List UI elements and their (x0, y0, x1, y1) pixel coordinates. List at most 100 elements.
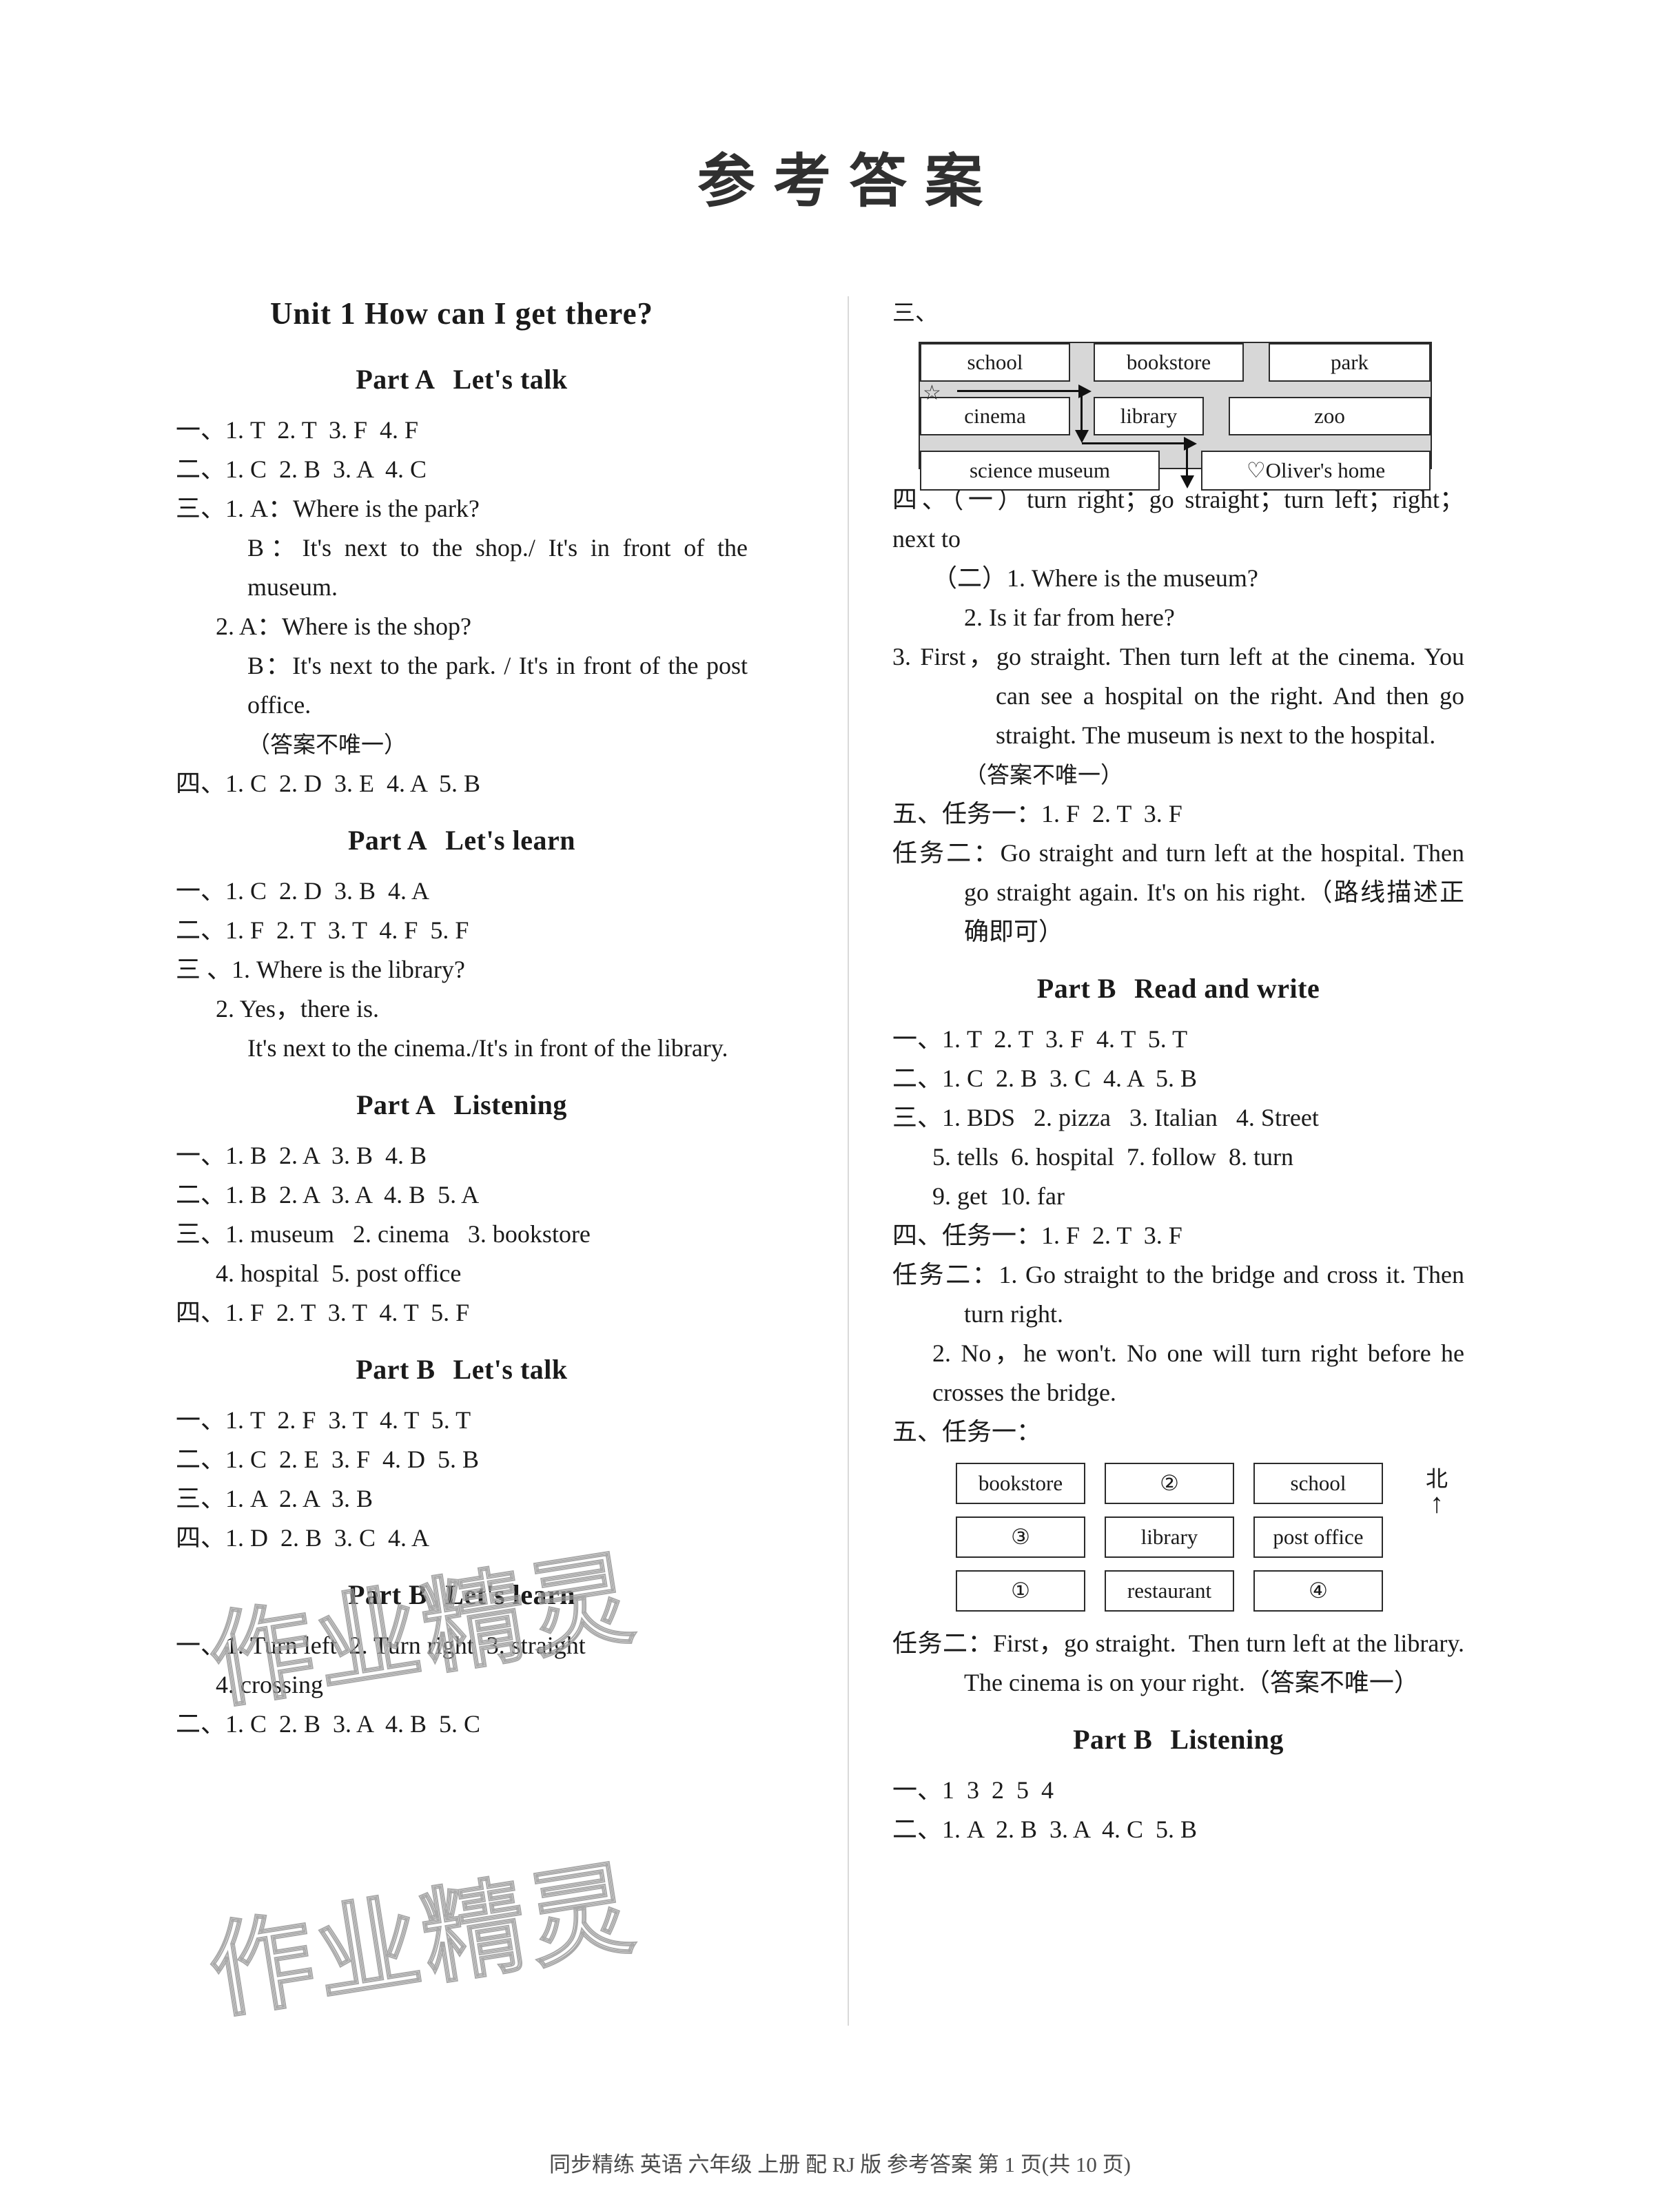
map-cell-cinema: cinema (920, 397, 1070, 435)
map-cell-library: library (1094, 397, 1204, 435)
part-sub-label: Read and write (1134, 973, 1320, 1004)
location-grid-diagram: bookstore ② school ③ library post office… (956, 1463, 1448, 1612)
map-cell-bookstore: bookstore (1094, 343, 1244, 382)
answer-line: It's next to the cinema./It's in front o… (247, 1034, 728, 1062)
part-sub-label: Let's talk (453, 364, 568, 395)
map-cell-park: park (1269, 343, 1431, 382)
part-sub-label: Let's learn (445, 825, 575, 856)
grid-cell-restaurant: restaurant (1105, 1570, 1234, 1612)
answer-line: （答案不唯一） (247, 731, 407, 758)
grid-cell-blank-1: ① (956, 1570, 1085, 1612)
answer-line: 三、1. A 2. A 3. B (176, 1485, 373, 1512)
answer-line: 五、任务一： (892, 1418, 1042, 1446)
answer-line: 2. A：Where is the shop? (216, 613, 471, 640)
answer-line: （答案不唯一） (964, 761, 1123, 788)
route-arrow-segment-4 (1186, 444, 1188, 477)
left-column: Unit 1 How can I get there? Part A Let's … (176, 293, 748, 1744)
answer-line: 一、1. B 2. A 3. B 4. B (176, 1142, 427, 1169)
answer-line: 五、任务一：1. F 2. T 3. F (892, 800, 1182, 827)
section-heading-partb-readandwrite: Part B Read and write (892, 972, 1464, 1005)
grid-row: ③ library post office (956, 1516, 1397, 1558)
answer-line: 4. hospital 5. post office (216, 1259, 462, 1287)
answer-line: 三 、1. Where is the library? (176, 956, 465, 983)
route-arrow-segment-1 (957, 390, 1080, 392)
answer-line: 2. Yes，there is. (216, 995, 380, 1022)
answer-line: 三、1. museum 2. cinema 3. bookstore (176, 1220, 591, 1248)
grid-row: ① restaurant ④ (956, 1570, 1397, 1612)
answer-line: 二、1. C 2. E 3. F 4. D 5. B (176, 1446, 480, 1473)
page-footer: 同步精练 英语 六年级 上册 配 RJ 版 参考答案 第 1 页(共 10 页) (0, 2147, 1680, 2178)
map-cell-olivers-home: ♡Oliver's home (1201, 451, 1431, 491)
section-heading-partb-letslearn: Part B Let's learn (176, 1578, 748, 1611)
right-column: 三、 school bookstore park cinema library … (892, 293, 1464, 1849)
answer-line: 任务二：Go straight and turn left at the hos… (892, 839, 1471, 945)
answer-line: 5. tells 6. hospital 7. follow 8. turn (932, 1143, 1293, 1171)
answer-line: 二、1. C 2. B 3. C 4. A 5. B (892, 1065, 1198, 1092)
part-sub-label: Listening (453, 1089, 567, 1120)
grid-cell-blank-3: ③ (956, 1516, 1085, 1558)
answer-line: B：It's next to the park. / It's in front… (247, 652, 754, 719)
section-heading-parta-letstalk: Part A Let's talk (176, 363, 748, 395)
page-title: 参考答案 (697, 147, 1001, 215)
route-arrow-segment-2 (1080, 391, 1083, 431)
question-number-label: 三、 (892, 299, 938, 326)
map-cell-zoo: zoo (1229, 397, 1431, 435)
answer-line: 任务二：1. Go straight to the bridge and cro… (892, 1261, 1471, 1328)
answer-line: 一、1. T 2. T 3. F 4. F (176, 416, 419, 444)
answer-line: 四、（一）turn right；go straight；turn left；ri… (892, 486, 1464, 553)
answer-line: 二、1. C 2. B 3. A 4. B 5. C (176, 1710, 481, 1738)
answer-line: 二、1. F 2. T 3. T 4. F 5. F (176, 916, 469, 944)
street-map-diagram: school bookstore park cinema library zoo… (919, 342, 1432, 491)
compass-arrow-icon: ↑ (1430, 1488, 1444, 1519)
answer-line: 四、1. D 2. B 3. C 4. A (176, 1524, 430, 1552)
part-label: Part B (1036, 973, 1116, 1004)
part-sub-label: Listening (1170, 1724, 1284, 1755)
answer-line: 任务二：First，go straight. Then turn left at… (892, 1629, 1471, 1696)
answer-line: 3. First，go straight. Then turn left at … (892, 643, 1471, 749)
answer-line: 2. No，he won't. No one will turn right b… (932, 1339, 1471, 1406)
grid-cell-blank-2: ② (1105, 1463, 1234, 1504)
part-label: Part B (356, 1354, 436, 1385)
grid-row: bookstore ② school (956, 1463, 1397, 1504)
answer-line: 四、1. F 2. T 3. T 4. T 5. F (176, 1299, 470, 1326)
section-heading-parta-listening: Part A Listening (176, 1089, 748, 1121)
grid-cell-post-office: post office (1253, 1516, 1383, 1558)
route-arrow-head-2 (1075, 430, 1089, 443)
answer-line: 9. get 10. far (932, 1182, 1065, 1210)
answer-line: （二）1. Where is the museum? (932, 564, 1258, 592)
answer-line: 三、1. A：Where is the park? (176, 495, 480, 522)
answer-line: 四、任务一：1. F 2. T 3. F (892, 1222, 1182, 1249)
grid-cell-bookstore: bookstore (956, 1463, 1085, 1504)
part-label: Part B (1073, 1724, 1153, 1755)
map-cell-science-museum: science museum (920, 451, 1160, 491)
answer-line: 一、1. C 2. D 3. B 4. A (176, 877, 430, 905)
route-arrow-segment-3 (1082, 442, 1185, 444)
answer-line: 二、1. A 2. B 3. A 4. C 5. B (892, 1816, 1198, 1843)
answer-line: 二、1. C 2. B 3. A 4. C (176, 455, 427, 483)
answer-line: 二、1. B 2. A 3. A 4. B 5. A (176, 1181, 480, 1209)
answer-line: 四、1. C 2. D 3. E 4. A 5. B (176, 770, 481, 797)
route-arrow-head-4 (1180, 475, 1194, 489)
answer-line: B：It's next to the shop./ It's in front … (247, 534, 754, 601)
part-label: Part A (356, 1089, 436, 1120)
start-star-icon: ☆ (923, 382, 941, 404)
answer-key-page: 参考答案 Unit 1 How can I get there? Part A L… (0, 0, 1680, 2211)
answer-line: 一、1. T 2. F 3. T 4. T 5. T (176, 1406, 471, 1434)
grid-cell-school: school (1253, 1463, 1383, 1504)
answer-line: 三、1. BDS 2. pizza 3. Italian 4. Street (892, 1104, 1319, 1131)
answer-line: 一、1 3 2 5 4 (892, 1776, 1054, 1804)
part-label: Part A (348, 825, 428, 856)
compass-indicator: 北 ↑ (1416, 1466, 1457, 1519)
answer-line: 一、1. Turn left 2. Turn right 3. straight (176, 1632, 586, 1659)
grid-cell-blank-4: ④ (1253, 1570, 1383, 1612)
answer-line: 2. Is it far from here? (964, 604, 1175, 631)
section-heading-partb-letstalk: Part B Let's talk (176, 1353, 748, 1386)
map-cell-school: school (920, 343, 1070, 382)
column-divider (848, 296, 849, 2026)
part-sub-label: Let's learn (445, 1579, 575, 1610)
unit-heading: Unit 1 How can I get there? (269, 296, 654, 331)
answer-line: 一、1. T 2. T 3. F 4. T 5. T (892, 1025, 1188, 1053)
part-label: Part B (348, 1579, 428, 1610)
watermark: 作业精灵 (201, 1847, 646, 2034)
part-label: Part A (356, 364, 436, 395)
